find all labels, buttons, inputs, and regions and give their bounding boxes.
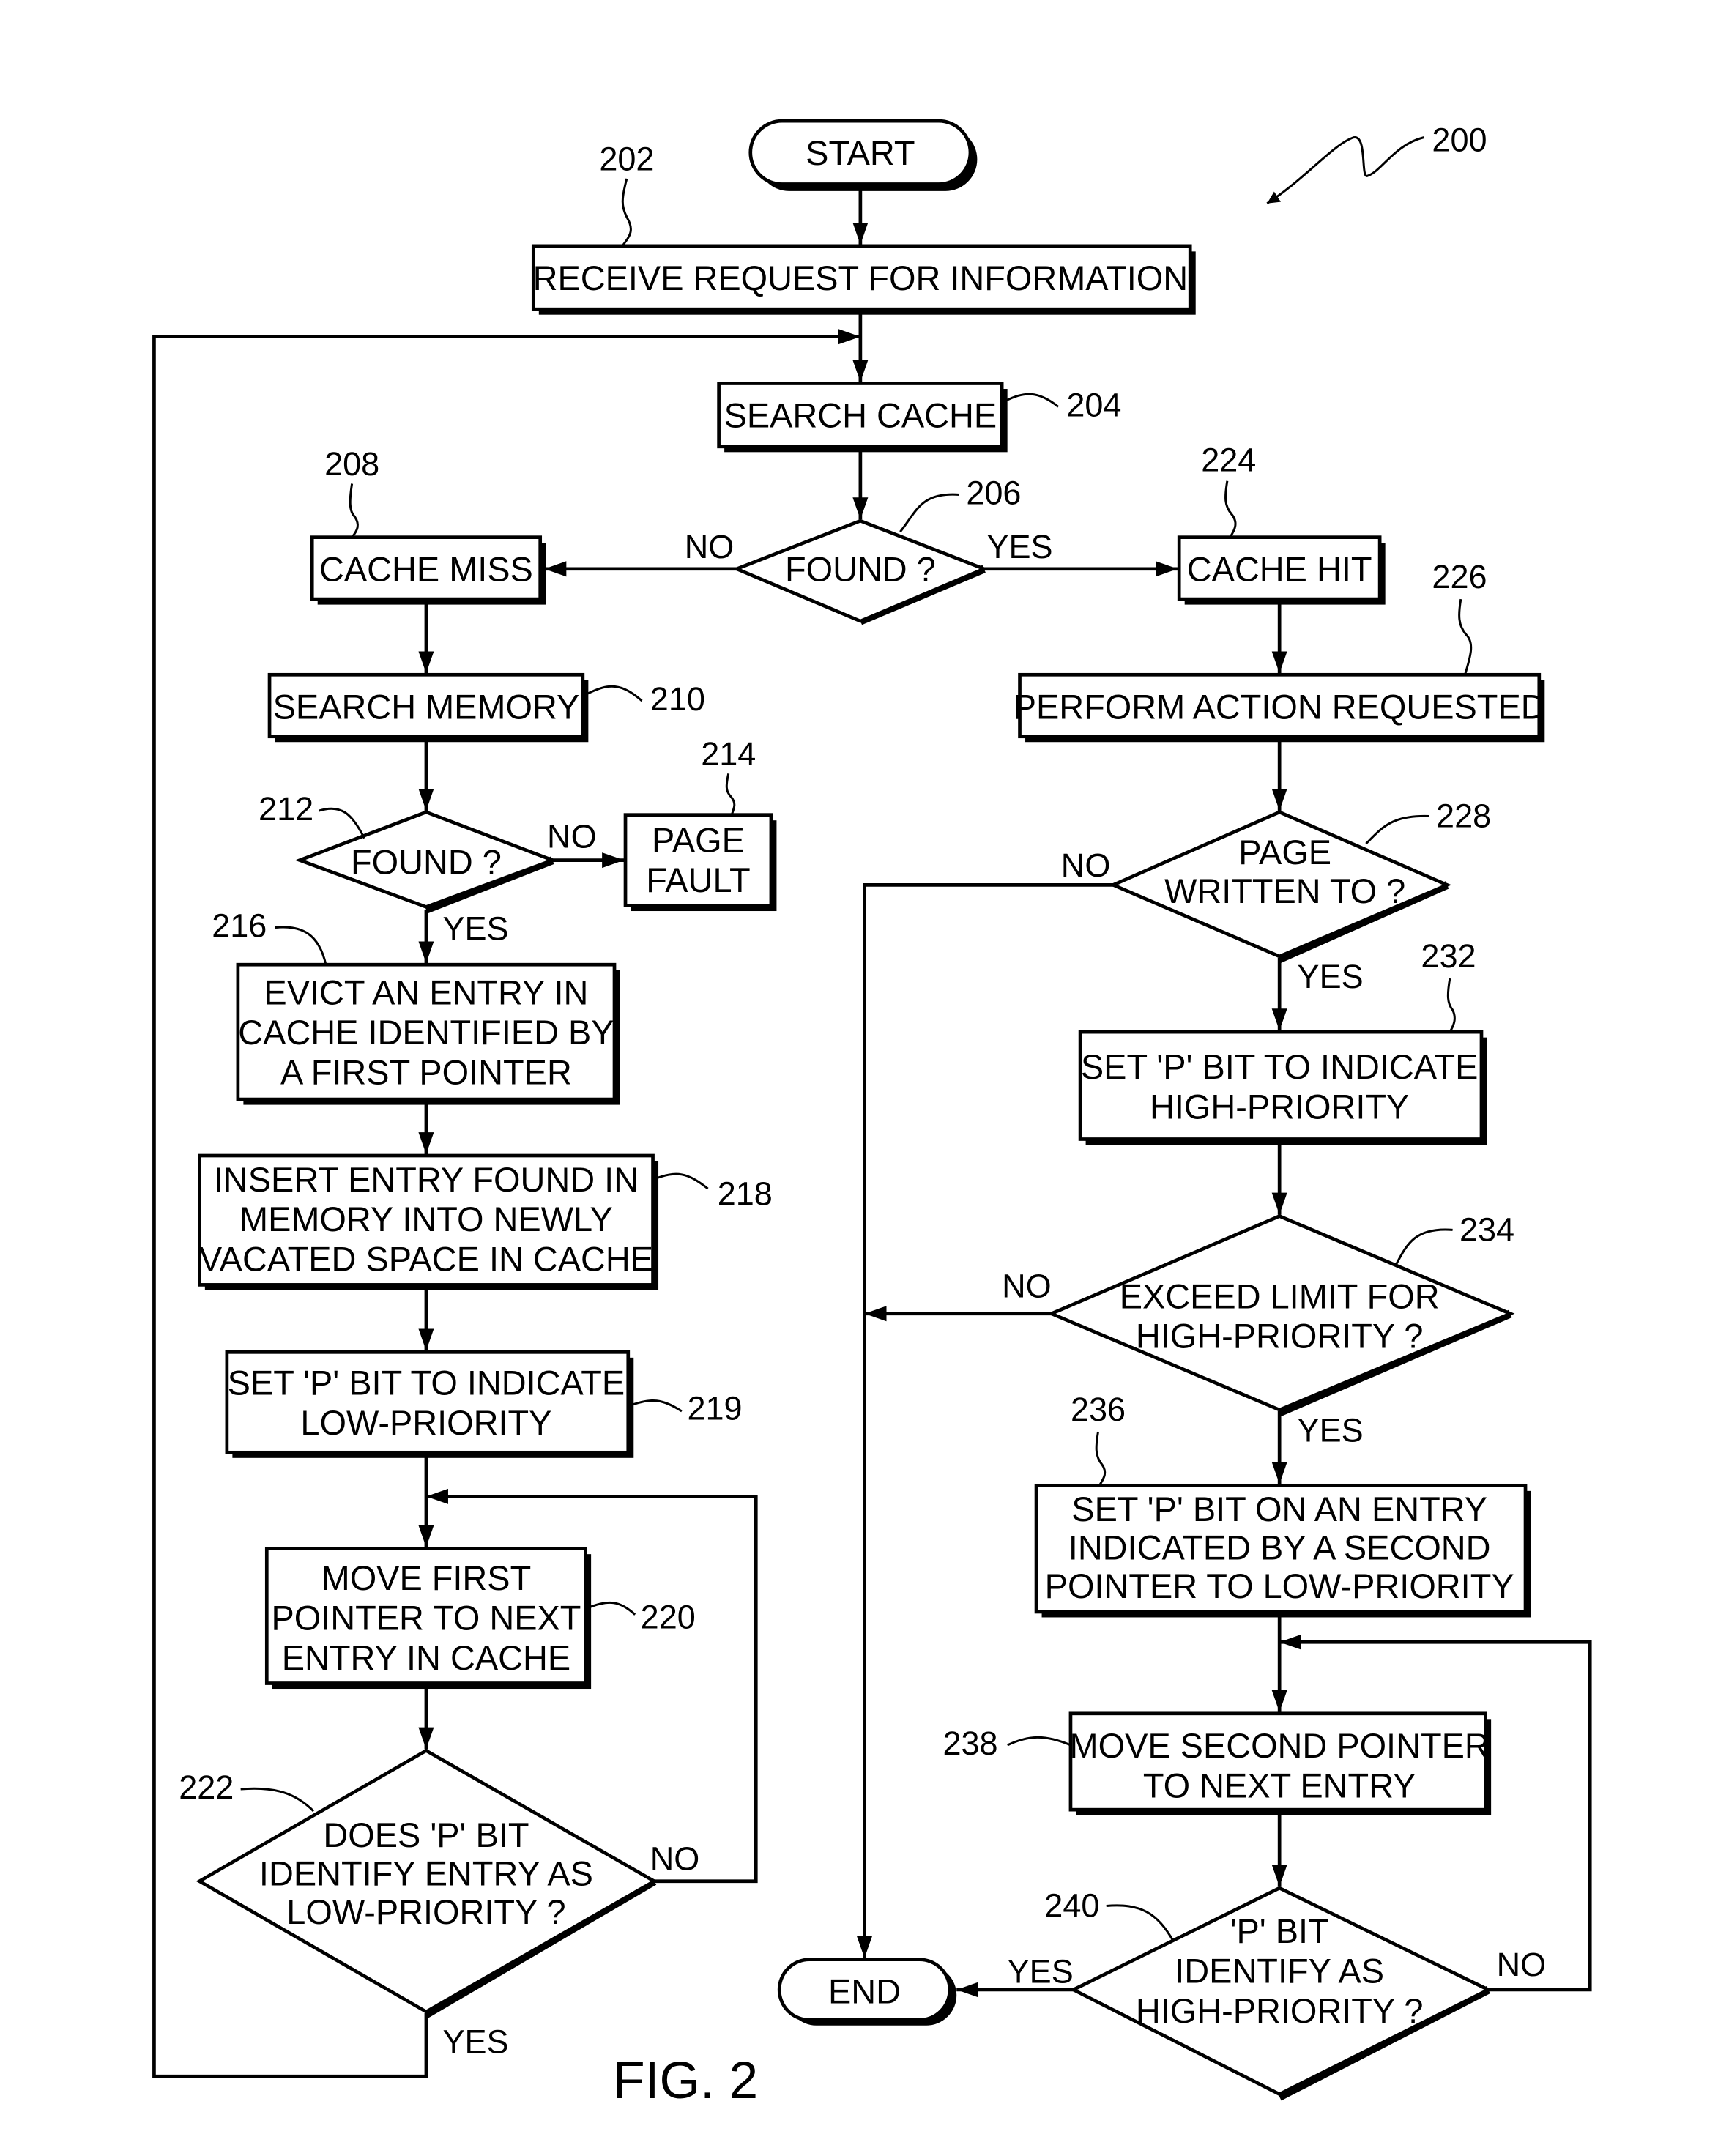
node-220-text-line1: MOVE FIRST [321, 1559, 532, 1597]
node-232: SET 'P' BIT TO INDICATE HIGH-PRIORITY [1078, 1030, 1487, 1145]
node-212-decision: FOUND ? [294, 810, 558, 914]
ref-206: 206 [966, 475, 1021, 512]
edge-label-240-yes: YES [1008, 1953, 1074, 1990]
start-label: START [806, 134, 915, 172]
ref-216: 216 [212, 907, 267, 945]
flowchart-canvas: START RECEIVE REQUEST FOR INFORMATION SE… [152, 119, 1592, 2110]
ref-218: 218 [718, 1175, 773, 1213]
node-236-text-line3: POINTER TO LOW-PRIORITY [1045, 1567, 1514, 1605]
node-240-decision: 'P' BIT IDENTIFY AS HIGH-PRIORITY ? [1069, 1886, 1492, 2101]
node-220-text-line3: ENTRY IN CACHE [282, 1639, 570, 1677]
node-218-text-line3: VACATED SPACE IN CACHE [199, 1241, 653, 1279]
ref-220: 220 [641, 1598, 696, 1635]
reference-200-arrow [1266, 136, 1424, 204]
node-208-text: CACHE MISS [319, 551, 533, 589]
end-label: END [828, 1973, 901, 2011]
edge-label-206-yes: YES [987, 528, 1053, 565]
node-224-text: CACHE HIT [1187, 551, 1372, 589]
ref-232: 232 [1421, 937, 1476, 975]
node-219: SET 'P' BIT TO INDICATE LOW-PRIORITY [225, 1350, 634, 1458]
edge-label-228-yes: YES [1298, 958, 1364, 995]
node-222-text-line1: DOES 'P' BIT [323, 1816, 529, 1854]
figure-caption: FIG. 2 [613, 2051, 758, 2110]
node-238: MOVE SECOND POINTER TO NEXT ENTRY [1068, 1711, 1492, 1815]
edge-label-212-yes: YES [442, 910, 508, 947]
node-238-text-line2: TO NEXT ENTRY [1143, 1766, 1416, 1804]
ref-212: 212 [259, 790, 313, 828]
node-220-text-line2: POINTER TO NEXT [271, 1599, 581, 1637]
node-212-text: FOUND ? [351, 843, 502, 881]
ref-238: 238 [942, 1725, 997, 1762]
node-216: EVICT AN ENTRY IN CACHE IDENTIFIED BY A … [236, 962, 620, 1105]
ref-210: 210 [650, 680, 705, 718]
node-236-text-line1: SET 'P' BIT ON AN ENTRY [1071, 1490, 1487, 1528]
node-204-text: SEARCH CACHE [724, 397, 997, 435]
ref-224: 224 [1201, 442, 1256, 479]
node-224: CACHE HIT [1177, 535, 1386, 605]
node-232-text-line1: SET 'P' BIT TO INDICATE [1081, 1048, 1479, 1086]
edge-label-240-no: NO [1497, 1946, 1547, 1983]
node-218-text-line2: MEMORY INTO NEWLY [239, 1200, 613, 1238]
ref-202: 202 [599, 141, 654, 178]
node-228-text-line2: WRITTEN TO ? [1164, 872, 1405, 910]
node-220: MOVE FIRST POINTER TO NEXT ENTRY IN CACH… [264, 1547, 592, 1690]
node-202: RECEIVE REQUEST FOR INFORMATION [531, 244, 1196, 315]
node-202-text: RECEIVE REQUEST FOR INFORMATION [533, 259, 1188, 297]
node-240-text-line1: 'P' BIT [1230, 1912, 1329, 1950]
node-start: START [748, 119, 978, 191]
ref-240: 240 [1044, 1887, 1099, 1925]
node-214-text-line1: PAGE [652, 821, 745, 859]
ref-204: 204 [1066, 387, 1121, 424]
node-208: CACHE MISS [310, 535, 546, 605]
node-218: INSERT ENTRY FOUND IN MEMORY INTO NEWLY … [198, 1153, 659, 1290]
ref-200: 200 [1432, 121, 1487, 158]
node-206-text: FOUND ? [785, 551, 936, 589]
node-219-text-line1: SET 'P' BIT TO INDICATE [228, 1364, 625, 1402]
node-228-text-line1: PAGE [1238, 833, 1331, 871]
node-204: SEARCH CACHE [717, 382, 1008, 453]
node-226: PERFORM ACTION REQUESTED [1014, 672, 1546, 743]
node-214: PAGE FAULT [623, 813, 777, 912]
node-234-text-line2: HIGH-PRIORITY ? [1136, 1317, 1424, 1356]
ref-214: 214 [701, 735, 756, 773]
ref-222: 222 [179, 1769, 234, 1806]
ref-234: 234 [1459, 1211, 1514, 1248]
ref-226: 226 [1432, 558, 1487, 595]
node-238-text-line1: MOVE SECOND POINTER [1070, 1727, 1490, 1765]
node-218-text-line1: INSERT ENTRY FOUND IN [214, 1161, 639, 1199]
node-216-text-line1: EVICT AN ENTRY IN [264, 974, 588, 1012]
node-end: END [777, 1958, 957, 2026]
node-234-decision: EXCEED LIMIT FOR HIGH-PRIORITY ? [1046, 1214, 1515, 1417]
node-216-text-line2: CACHE IDENTIFIED BY [238, 1014, 614, 1052]
node-222-text-line2: IDENTIFY ENTRY AS [259, 1854, 593, 1892]
edge-label-222-yes: YES [442, 2023, 508, 2060]
edge-label-222-no: NO [650, 1840, 700, 1878]
edge-label-206-no: NO [685, 528, 735, 565]
node-219-text-line2: LOW-PRIORITY [300, 1404, 551, 1442]
node-216-text-line3: A FIRST POINTER [280, 1053, 572, 1091]
node-232-text-line2: HIGH-PRIORITY [1150, 1088, 1409, 1126]
node-226-text: PERFORM ACTION REQUESTED [1014, 688, 1546, 726]
node-206-decision: FOUND ? [732, 518, 989, 625]
node-240-text-line3: HIGH-PRIORITY ? [1136, 1992, 1424, 2030]
node-234-text-line1: EXCEED LIMIT FOR [1120, 1277, 1440, 1315]
node-210-text: SEARCH MEMORY [273, 688, 580, 726]
node-236: SET 'P' BIT ON AN ENTRY INDICATED BY A S… [1034, 1483, 1531, 1618]
ref-208: 208 [324, 445, 379, 483]
ref-219: 219 [687, 1389, 742, 1427]
edge-label-234-no: NO [1002, 1267, 1052, 1304]
node-236-text-line2: INDICATED BY A SECOND [1068, 1529, 1491, 1567]
ref-228: 228 [1436, 798, 1491, 835]
edge-label-212-no: NO [547, 818, 597, 855]
edge-label-228-no: NO [1061, 847, 1111, 884]
node-222-text-line3: LOW-PRIORITY ? [286, 1893, 565, 1931]
edge-label-234-yes: YES [1298, 1411, 1364, 1449]
node-240-text-line2: IDENTIFY AS [1175, 1952, 1384, 1990]
node-214-text-line2: FAULT [646, 861, 750, 899]
ref-236: 236 [1071, 1391, 1126, 1428]
node-228-decision: PAGE WRITTEN TO ? [1109, 810, 1452, 963]
node-210: SEARCH MEMORY [267, 672, 589, 743]
